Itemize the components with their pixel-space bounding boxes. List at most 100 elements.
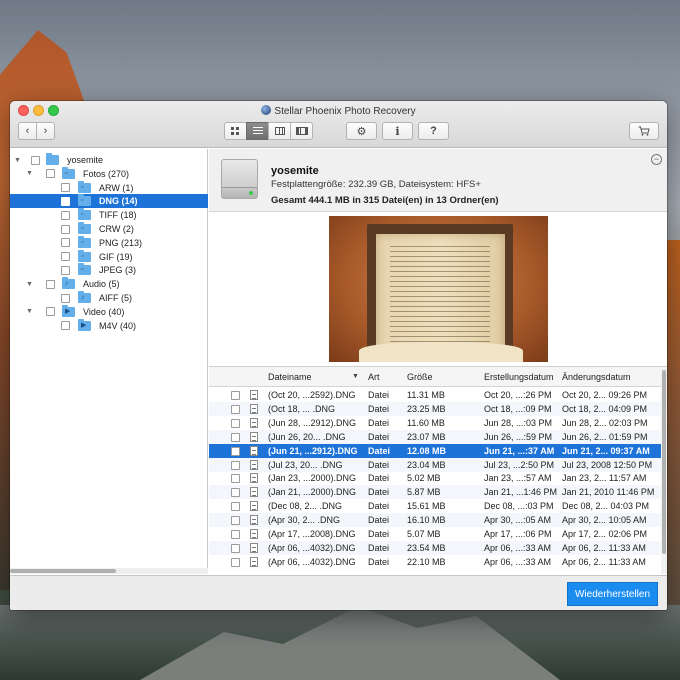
tree-item[interactable]: ▼ yosemite bbox=[10, 153, 208, 167]
vertical-scrollbar[interactable] bbox=[661, 367, 667, 574]
disclosure-triangle-icon[interactable]: ▼ bbox=[26, 170, 33, 177]
tree-item[interactable]: ▼ ♪ Audio (5) bbox=[10, 277, 208, 291]
tree-item-label: ARW (1) bbox=[99, 182, 134, 193]
table-row[interactable]: (Apr 17, ...2008).DNG Datei 5.07 MB Apr 17,… bbox=[209, 527, 661, 541]
cell-created: Jan 23, ...:57 AM bbox=[484, 473, 552, 484]
music-note-icon: ♪ bbox=[81, 294, 85, 301]
tree-item[interactable]: ▫ GIF (19) bbox=[10, 249, 208, 264]
row-checkbox[interactable] bbox=[231, 391, 240, 400]
tree-item-checkbox[interactable] bbox=[61, 183, 70, 193]
file-icon bbox=[250, 529, 258, 539]
tree-item[interactable]: ▫ CRW (2) bbox=[10, 222, 208, 236]
column-header-size[interactable]: Größe bbox=[407, 372, 433, 382]
tree-item[interactable]: ▼ ▶ Video (40) bbox=[10, 304, 208, 319]
scrollbar-thumb[interactable] bbox=[10, 569, 116, 573]
help-button[interactable]: ? bbox=[418, 122, 449, 140]
row-checkbox[interactable] bbox=[231, 488, 240, 498]
tree-item[interactable]: ▫ PNG (213) bbox=[10, 235, 208, 250]
row-checkbox[interactable] bbox=[231, 543, 240, 553]
row-checkbox[interactable] bbox=[231, 530, 240, 539]
cell-filename: (Jan 23, ...2000).DNG bbox=[268, 473, 357, 484]
collapse-icon[interactable]: − bbox=[651, 154, 662, 165]
tree-item-checkbox[interactable] bbox=[61, 238, 70, 248]
column-view-button[interactable] bbox=[268, 122, 291, 140]
list-view-button[interactable] bbox=[246, 122, 269, 140]
disclosure-triangle-icon[interactable]: ▼ bbox=[26, 308, 33, 315]
table-row[interactable]: (Apr 06, ...4032).DNG Datei 22.10 MB Apr 06… bbox=[209, 555, 661, 569]
cart-button[interactable] bbox=[629, 122, 659, 140]
cell-filename: (Jun 21, ...2912).DNG bbox=[268, 445, 358, 456]
info-button[interactable]: i bbox=[382, 122, 413, 140]
tree-item-checkbox[interactable] bbox=[61, 293, 70, 303]
row-checkbox[interactable] bbox=[231, 418, 240, 428]
cell-type: Datei bbox=[368, 556, 390, 567]
column-header-created[interactable]: Erstellungsdatum bbox=[484, 372, 554, 382]
table-row[interactable]: (Oct 20, ...2592).DNG Datei 11.31 MB Oct 20… bbox=[209, 388, 661, 402]
coverflow-icon bbox=[295, 127, 308, 135]
settings-button[interactable]: ⚙ bbox=[346, 122, 377, 140]
cell-size: 5.87 MB bbox=[407, 487, 441, 498]
cell-type: Datei bbox=[368, 403, 390, 414]
table-row[interactable]: (Jul 23, 20... .DNG Datei 23.04 MB Jul 23, … bbox=[209, 457, 661, 472]
forward-button[interactable]: › bbox=[36, 122, 55, 140]
cell-type: Datei bbox=[368, 417, 390, 428]
tree-item-checkbox[interactable] bbox=[61, 196, 70, 206]
sort-descending-icon[interactable]: ▼ bbox=[352, 373, 359, 380]
tree-item[interactable]: ♪ AIFF (5) bbox=[10, 291, 208, 305]
tree-item[interactable]: ▫ ARW (1) bbox=[10, 180, 208, 195]
tree-item-checkbox[interactable] bbox=[61, 321, 70, 331]
table-row[interactable]: (Jun 26, 20... .DNG Datei 23.07 MB Jun 26, … bbox=[209, 429, 661, 444]
row-checkbox[interactable] bbox=[231, 557, 240, 567]
row-checkbox[interactable] bbox=[231, 404, 240, 414]
cell-modified: Apr 30, 2... 10:05 AM bbox=[562, 515, 647, 526]
tree-item-checkbox[interactable] bbox=[46, 279, 55, 289]
tree-item[interactable]: ▫ JPEG (3) bbox=[10, 263, 208, 277]
video-folder-icon: ▶ bbox=[62, 304, 75, 317]
coverflow-view-button[interactable] bbox=[290, 122, 313, 140]
disclosure-triangle-icon[interactable]: ▼ bbox=[14, 157, 21, 164]
back-button[interactable]: ‹ bbox=[18, 122, 37, 140]
table-row[interactable]: (Apr 30, 2... .DNG Datei 16.10 MB Apr 30, .… bbox=[209, 513, 661, 528]
horizontal-scrollbar[interactable] bbox=[10, 568, 208, 574]
tree-item-checkbox[interactable] bbox=[61, 210, 70, 220]
table-row[interactable]: (Jan 23, ...2000).DNG Datei 5.02 MB Jan 23,… bbox=[209, 471, 661, 485]
table-row[interactable]: (Jun 21, ...2912).DNG Datei 12.08 MB Jun 21… bbox=[209, 443, 661, 458]
row-checkbox[interactable] bbox=[231, 432, 240, 442]
tree-item-label: CRW (2) bbox=[99, 224, 134, 234]
scrollbar-thumb[interactable] bbox=[662, 370, 666, 554]
table-row[interactable]: (Jun 28, ...2912).DNG Datei 11.60 MB Jun 28… bbox=[209, 416, 661, 430]
cell-size: 23.25 MB bbox=[407, 403, 446, 414]
table-row[interactable]: (Apr 06, ...4032).DNG Datei 23.54 MB Apr 06… bbox=[209, 540, 661, 555]
disclosure-triangle-icon[interactable]: ▼ bbox=[26, 281, 33, 288]
row-checkbox[interactable] bbox=[231, 474, 240, 484]
row-checkbox[interactable] bbox=[231, 502, 240, 512]
column-header-type[interactable]: Art bbox=[368, 372, 380, 382]
cell-created: Jan 21, ...1:46 PM bbox=[484, 487, 558, 498]
tree-item-checkbox[interactable] bbox=[46, 169, 55, 179]
play-icon: ▶ bbox=[81, 321, 87, 329]
tree-item[interactable]: ▶ M4V (40) bbox=[10, 318, 208, 333]
footer-bar: Wiederherstellen bbox=[10, 575, 667, 610]
icon-view-button[interactable] bbox=[224, 122, 247, 140]
recover-button[interactable]: Wiederherstellen bbox=[567, 582, 658, 606]
tree-item[interactable]: ▫ DNG (14) bbox=[10, 194, 208, 209]
tree-item[interactable]: ▼ ▫ Fotos (270) bbox=[10, 166, 208, 181]
table-row[interactable]: (Dec 08, 2... .DNG Datei 15.61 MB Dec 08, .… bbox=[209, 499, 661, 513]
tree-item-checkbox[interactable] bbox=[31, 155, 40, 165]
tree-item-checkbox[interactable] bbox=[61, 265, 70, 275]
list-icon bbox=[252, 127, 263, 135]
row-checkbox[interactable] bbox=[231, 516, 240, 526]
tree-item-label: M4V (40) bbox=[99, 320, 137, 331]
row-checkbox[interactable] bbox=[231, 460, 240, 470]
row-checkbox[interactable] bbox=[231, 446, 240, 456]
cell-size: 5.02 MB bbox=[407, 473, 441, 484]
table-row[interactable]: (Jan 21, ...2000).DNG Datei 5.87 MB Jan 21,… bbox=[209, 485, 661, 500]
volume-total-info: Gesamt 444.1 MB in 315 Datei(en) in 13 O… bbox=[271, 195, 499, 206]
tree-item-checkbox[interactable] bbox=[61, 252, 70, 262]
tree-item[interactable]: ▫ TIFF (18) bbox=[10, 208, 208, 222]
tree-item-checkbox[interactable] bbox=[61, 224, 70, 234]
tree-item-checkbox[interactable] bbox=[46, 307, 55, 317]
column-header-modified[interactable]: Änderungsdatum bbox=[562, 372, 631, 382]
table-row[interactable]: (Oct 18, ... .DNG Datei 23.25 MB Oct 18, ..… bbox=[209, 401, 661, 416]
column-header-name[interactable]: Dateiname bbox=[268, 372, 312, 382]
